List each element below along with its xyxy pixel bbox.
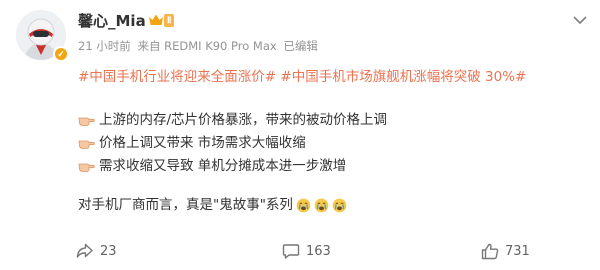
topic-line: #中国手机行业将迎来全面涨价# #中国手机市场旗舰机涨幅将突破 30%# (78, 66, 588, 88)
weibo-post: ✓ 馨心_Mia Ⅱ 21 小时前 来自 REDMI K90 Pro Max 已… (0, 0, 600, 270)
point-text: 上游的内存/芯片价格暴涨，带来的被动价格上调 (99, 111, 388, 128)
comment-button[interactable]: 163 (282, 243, 331, 259)
list-item: 需求收缩又导致 单机分摊成本进一步激增 (78, 154, 588, 177)
crying-face-icon (296, 198, 311, 212)
action-bar: 23 163 731 (0, 241, 600, 269)
post-content: #中国手机行业将迎来全面涨价# #中国手机市场旗舰机涨幅将突破 30%# 上游的… (78, 66, 588, 216)
repost-count: 23 (100, 243, 117, 259)
pointing-hand-icon (78, 117, 95, 126)
closing-line: 对手机厂商而言，真是"鬼故事"系列 (78, 194, 588, 216)
edited-label: 已编辑 (283, 39, 318, 53)
point-list: 上游的内存/芯片价格暴涨，带来的被动价格上调 价格上调又带来 市场需求大幅收缩 … (78, 108, 588, 177)
list-item: 价格上调又带来 市场需求大幅收缩 (78, 131, 588, 154)
vip-level-badge[interactable]: Ⅱ (164, 14, 175, 27)
repost-button[interactable]: 23 (76, 243, 117, 259)
crying-face-icon (332, 198, 347, 212)
crying-face-icon (314, 198, 329, 212)
thumbs-up-icon (481, 243, 499, 260)
point-text: 价格上调又带来 市场需求大幅收缩 (99, 134, 306, 151)
list-item: 上游的内存/芯片价格暴涨，带来的被动价格上调 (78, 108, 588, 131)
vip-crown-icon[interactable] (148, 13, 164, 27)
like-count: 731 (505, 244, 530, 259)
post-source: 来自 REDMI K90 Pro Max (137, 39, 277, 53)
comment-count: 163 (306, 243, 331, 259)
chevron-down-icon[interactable] (573, 16, 587, 25)
topic-link-price-rise[interactable]: #中国手机行业将迎来全面涨价# (78, 69, 276, 85)
pointing-hand-icon (78, 140, 95, 149)
pointing-hand-icon (78, 163, 95, 172)
post-meta: 21 小时前 来自 REDMI K90 Pro Max 已编辑 (78, 38, 321, 54)
closing-text: 对手机厂商而言，真是"鬼故事"系列 (78, 197, 293, 213)
username[interactable]: 馨心_Mia (78, 11, 146, 31)
like-button[interactable]: 731 (481, 243, 530, 260)
verified-badge: ✓ (53, 46, 69, 62)
point-text: 需求收缩又导致 单机分摊成本进一步激增 (99, 157, 347, 174)
comment-icon (282, 244, 300, 259)
repost-icon (76, 243, 93, 258)
topic-link-flagship[interactable]: #中国手机市场旗舰机涨幅将突破 30%# (280, 69, 526, 85)
post-time[interactable]: 21 小时前 (78, 39, 131, 53)
